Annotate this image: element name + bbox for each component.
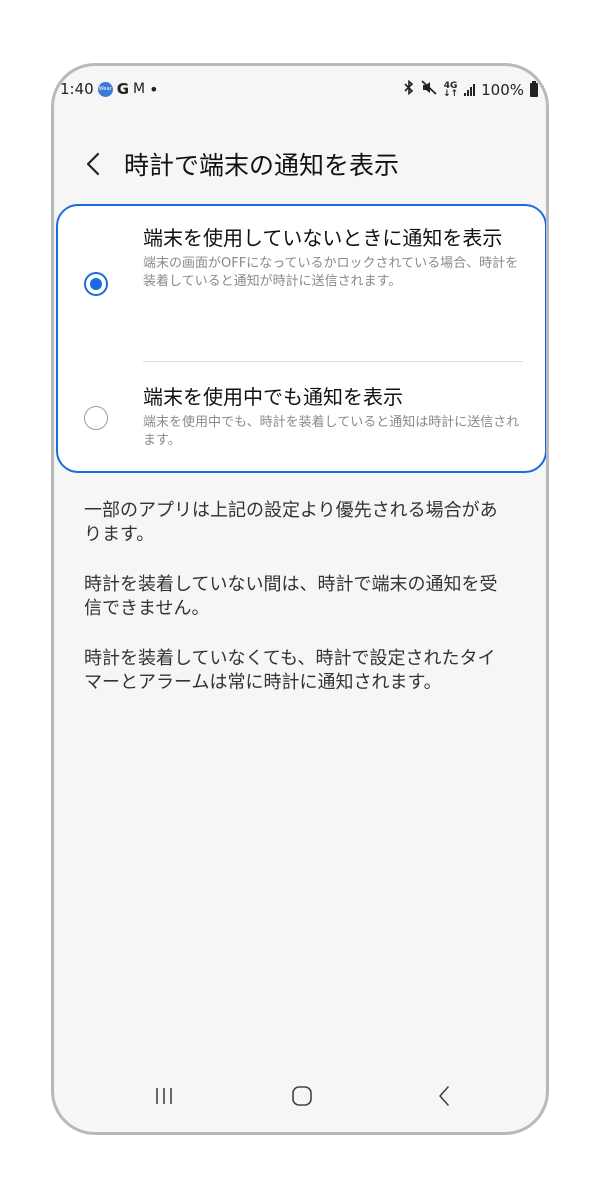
wear-app-icon: Wear [97,81,113,97]
option-text: 端末を使用中でも通知を表示 端末を使用中でも、時計を装着していると通知は時計に送… [143,385,523,450]
option-when-not-in-use[interactable]: 端末を使用していないときに通知を表示 端末の画面がOFFになっているかロックされ… [58,206,545,362]
more-notifications-icon: • [149,79,159,99]
option-even-in-use[interactable]: 端末を使用中でも通知を表示 端末を使用中でも、時計を装着していると通知は時計に送… [58,363,545,473]
option-title: 端末を使用中でも通知を表示 [143,385,403,409]
battery-icon [530,80,538,97]
status-bar: 1:40 Wear G M • 4G ↓↑ 100% [54,66,546,112]
back-arrow-icon[interactable] [86,149,116,179]
nav-back-icon[interactable] [424,1076,464,1116]
4g-icon: 4G ↓↑ [443,80,459,99]
status-right: 4G ↓↑ 100% [403,79,538,99]
phone-frame: 1:40 Wear G M • 4G ↓↑ 100% 時計で端末の通知を表示 端… [51,63,549,1135]
option-description: 端末の画面がOFFになっているかロックされている場合、時計を装着していると通知が… [143,256,519,289]
radio-button-selected[interactable] [84,272,108,296]
google-icon: G [116,80,129,98]
signal-icon [464,83,476,96]
mute-icon [421,80,437,99]
bluetooth-icon [403,79,415,99]
battery-percent: 100% [481,80,524,99]
recents-icon[interactable] [144,1076,184,1116]
option-description: 端末を使用中でも、時計を装着していると通知は時計に送信されます。 [143,415,520,448]
info-notes: 一部のアプリは上記の設定より優先される場合があります。 時計を装着していない間は… [84,499,506,721]
header: 時計で端末の通知を表示 [86,146,399,182]
gmail-icon: M [133,81,146,97]
home-icon[interactable] [282,1076,322,1116]
status-time: 1:40 [60,80,94,98]
status-left: 1:40 Wear G M • [60,80,159,98]
option-title: 端末を使用していないときに通知を表示 [143,226,503,250]
note-text: 一部のアプリは上記の設定より優先される場合があります。 [84,500,498,545]
radio-button-unselected[interactable] [84,406,108,430]
divider [143,361,523,362]
note-text: 時計を装着していない間は、時計で端末の通知を受信できません。 [84,574,498,619]
page-title: 時計で端末の通知を表示 [124,151,400,180]
note-text: 時計を装着していなくても、時計で設定されたタイマーとアラームは常に時計に通知され… [84,648,496,693]
notification-options-card: 端末を使用していないときに通知を表示 端末の画面がOFFになっているかロックされ… [56,204,546,473]
navigation-bar [54,1064,546,1132]
option-text: 端末を使用していないときに通知を表示 端末の画面がOFFになっているかロックされ… [143,226,523,291]
